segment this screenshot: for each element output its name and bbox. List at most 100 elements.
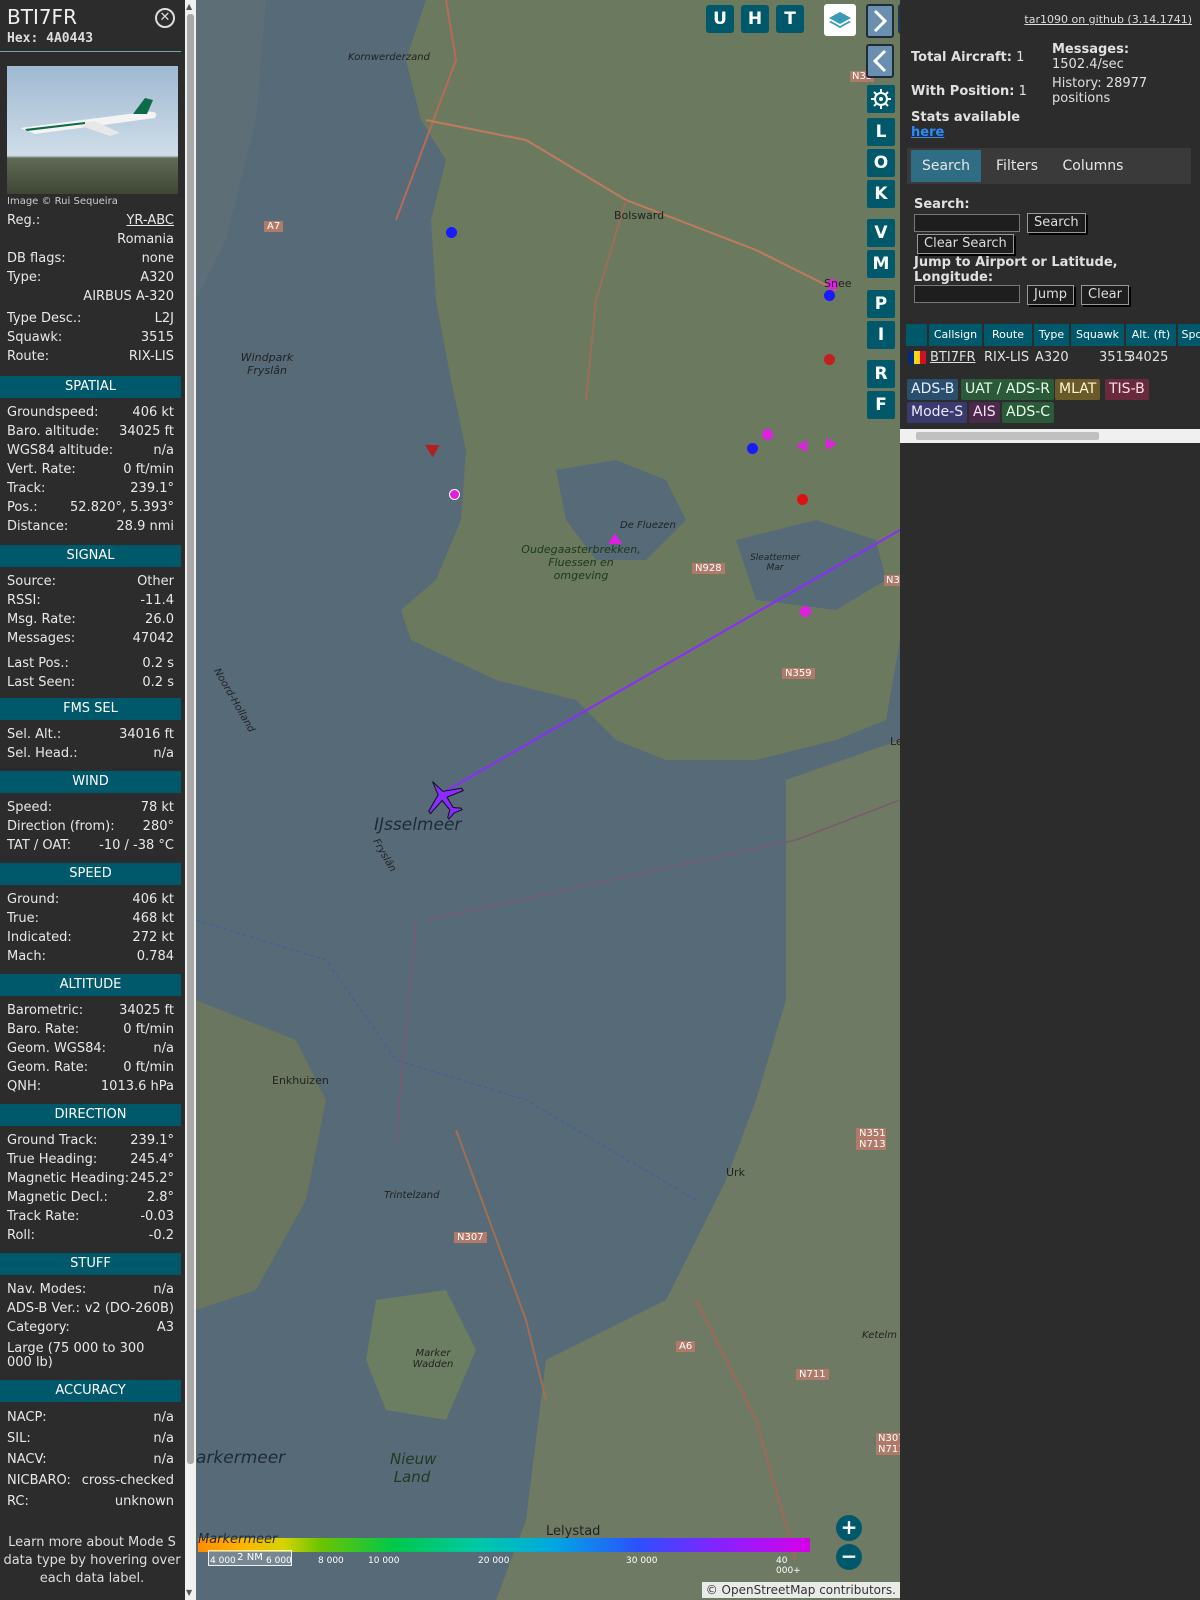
zoom-in-button[interactable]: +: [836, 1515, 862, 1541]
map-marker-blue-2[interactable]: [824, 290, 835, 301]
info-row-label[interactable]: Mach:: [7, 949, 46, 964]
expand-right-button[interactable]: [866, 4, 894, 38]
h-button[interactable]: H: [741, 5, 769, 33]
info-row-label[interactable]: RC:: [7, 1494, 29, 1509]
info-row-label[interactable]: Track Rate:: [7, 1209, 79, 1224]
info-row-label[interactable]: Ground:: [7, 892, 59, 907]
info-row-label[interactable]: Nav. Modes:: [7, 1282, 86, 1297]
scroll-up-arrow-icon[interactable]: ▲: [186, 2, 192, 11]
info-row-label[interactable]: Distance:: [7, 519, 68, 534]
table-scrollbar-thumb[interactable]: [916, 432, 1099, 440]
r-button[interactable]: R: [867, 360, 895, 388]
l-button[interactable]: L: [867, 118, 895, 146]
col-callsign[interactable]: Callsign: [929, 324, 982, 346]
info-row-label[interactable]: Sel. Alt.:: [7, 727, 61, 742]
info-row-label[interactable]: Ground Track:: [7, 1133, 97, 1148]
info-row-label[interactable]: Groundspeed:: [7, 405, 98, 420]
info-row-label[interactable]: Type:: [7, 270, 41, 285]
map-marker-arrow-3[interactable]: [796, 440, 807, 452]
o-button[interactable]: O: [867, 149, 895, 177]
jump-input[interactable]: [914, 285, 1020, 303]
map-marker-red-2[interactable]: [797, 494, 808, 505]
info-scrollbar[interactable]: ▲ ▼: [185, 0, 196, 1600]
info-row-label[interactable]: QNH:: [7, 1079, 41, 1094]
info-row-label[interactable]: Speed:: [7, 800, 52, 815]
info-row-label[interactable]: NACP:: [7, 1410, 47, 1425]
info-row-label[interactable]: Last Pos.:: [7, 656, 69, 671]
collapse-left-button[interactable]: [866, 44, 894, 78]
col-type[interactable]: Type: [1034, 324, 1069, 346]
info-row-label[interactable]: Route:: [7, 349, 49, 364]
info-row-label[interactable]: Barometric:: [7, 1003, 83, 1018]
zoom-out-button[interactable]: −: [836, 1544, 862, 1570]
info-row-label[interactable]: Geom. WGS84:: [7, 1041, 106, 1056]
map-attribution[interactable]: © OpenStreetMap contributors.: [701, 1582, 900, 1598]
info-row-label[interactable]: Msg. Rate:: [7, 612, 76, 627]
info-row-label[interactable]: True:: [7, 911, 39, 926]
f-button[interactable]: F: [867, 391, 895, 419]
info-row-label[interactable]: Geom. Rate:: [7, 1060, 88, 1075]
p-button[interactable]: P: [867, 290, 895, 318]
source-uat[interactable]: UAT / ADS-R: [961, 379, 1054, 400]
clear-search-button[interactable]: Clear Search: [917, 234, 1014, 254]
info-row-label[interactable]: Baro. altitude:: [7, 424, 99, 439]
jump-button[interactable]: Jump: [1027, 285, 1074, 305]
info-row-label[interactable]: Pos.:: [7, 500, 38, 515]
col-route[interactable]: Route: [984, 324, 1032, 346]
col-speed[interactable]: Spd: [1178, 324, 1200, 346]
info-row-label[interactable]: SIL:: [7, 1431, 31, 1446]
map-marker-magenta[interactable]: [449, 489, 460, 500]
layers-button[interactable]: [824, 4, 856, 36]
info-row-label[interactable]: Roll:: [7, 1228, 35, 1243]
info-row-label[interactable]: DB flags:: [7, 251, 66, 266]
map-view[interactable]: Kornwerderzand Bolsward Snee Windpark Fr…: [196, 0, 900, 1600]
table-horizontal-scrollbar[interactable]: [900, 429, 1200, 443]
source-adsc[interactable]: ADS-C: [1002, 402, 1055, 423]
tab-filters[interactable]: Filters: [984, 150, 1050, 182]
close-icon[interactable]: ✕: [155, 8, 175, 28]
clear-button[interactable]: Clear: [1081, 285, 1129, 305]
info-row-label[interactable]: WGS84 altitude:: [7, 443, 113, 458]
u-button[interactable]: U: [706, 5, 734, 33]
source-modes[interactable]: Mode-S: [907, 402, 968, 423]
info-row-label[interactable]: Squawk:: [7, 330, 62, 345]
scroll-down-arrow-icon[interactable]: ▼: [186, 1588, 192, 1597]
map-marker-blue-3[interactable]: [747, 443, 758, 454]
source-tisb[interactable]: TIS-B: [1105, 379, 1149, 400]
i-button[interactable]: I: [867, 321, 895, 349]
map-marker-arrow-2[interactable]: [826, 438, 837, 450]
info-row-label[interactable]: NICBARO:: [7, 1473, 71, 1488]
info-row-label[interactable]: Vert. Rate:: [7, 462, 76, 477]
t-button[interactable]: T: [776, 5, 804, 33]
info-row-label[interactable]: Track:: [7, 481, 45, 496]
info-row-label[interactable]: Source:: [7, 574, 56, 589]
info-row-label[interactable]: Indicated:: [7, 930, 72, 945]
info-row-label[interactable]: TAT / OAT:: [7, 838, 71, 853]
info-row-label[interactable]: Magnetic Heading:: [7, 1171, 129, 1186]
k-button[interactable]: K: [867, 180, 895, 208]
stats-link[interactable]: here: [911, 125, 944, 140]
info-row-label[interactable]: NACV:: [7, 1452, 47, 1467]
info-row-label[interactable]: Magnetic Decl.:: [7, 1190, 108, 1205]
info-row-label[interactable]: Type Desc.:: [7, 311, 81, 326]
col-flag[interactable]: [906, 324, 927, 346]
info-row-label[interactable]: True Heading:: [7, 1152, 97, 1167]
map-marker-magenta-4[interactable]: [800, 606, 811, 617]
row-callsign[interactable]: BTI7FR: [930, 350, 975, 365]
info-row-value[interactable]: YR-ABC: [126, 213, 174, 228]
info-row-label[interactable]: ADS-B Ver.:: [7, 1301, 80, 1316]
map-marker-magenta-3[interactable]: [762, 429, 773, 440]
aircraft-photo[interactable]: [7, 66, 178, 194]
selected-aircraft-icon[interactable]: [422, 776, 466, 820]
search-input[interactable]: [914, 214, 1020, 232]
map-marker-blue[interactable]: [446, 227, 457, 238]
col-altitude[interactable]: Alt. (ft): [1126, 324, 1176, 346]
github-link[interactable]: tar1090 on github (3.14.1741): [1024, 13, 1192, 26]
info-row-label[interactable]: Last Seen:: [7, 675, 75, 690]
info-row-label[interactable]: Category:: [7, 1320, 70, 1335]
info-row-label[interactable]: Direction (from):: [7, 819, 115, 834]
info-row-label[interactable]: Messages:: [7, 631, 75, 646]
info-row-label[interactable]: RSSI:: [7, 593, 41, 608]
source-adsb[interactable]: ADS-B: [907, 379, 959, 400]
tab-columns[interactable]: Columns: [1052, 150, 1134, 182]
